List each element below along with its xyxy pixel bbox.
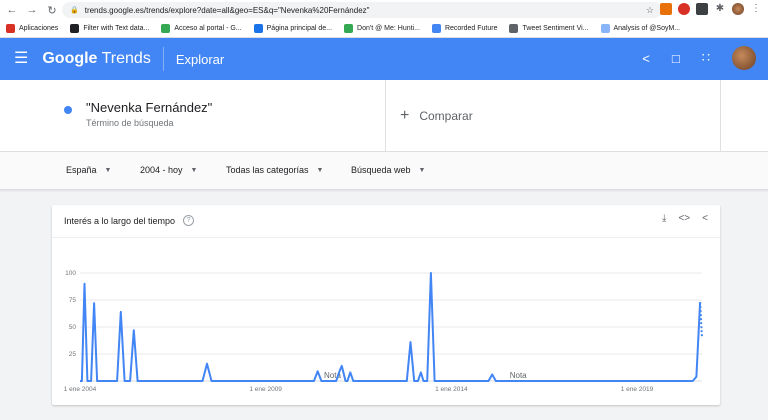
bookmark-item[interactable]: Filter with Text data...: [70, 24, 149, 33]
bookmark-item[interactable]: Recorded Future: [431, 24, 498, 33]
y-tick-label: 100: [65, 270, 76, 277]
page-title: Explorar: [175, 51, 225, 67]
bookmark-favicon-icon: [431, 24, 441, 33]
bookmark-favicon-icon: [253, 24, 263, 33]
bookmark-favicon-icon: [509, 24, 519, 33]
period-filter[interactable]: 2004 - hoy ▼: [140, 165, 197, 175]
bookmark-label: Don't @ Me: Hunti...: [357, 25, 420, 32]
bookmark-label: Analysis of @SoyM...: [613, 25, 681, 32]
reload-icon[interactable]: ↻: [44, 4, 60, 17]
bookmark-item[interactable]: Tweet Sentiment Vi...: [509, 24, 589, 33]
term-name: "Nevenka Fernández": [86, 100, 213, 115]
profile-avatar[interactable]: [732, 3, 744, 15]
bookmark-item[interactable]: Acceso al portal - G...: [161, 24, 242, 33]
feedback-icon[interactable]: □: [672, 51, 680, 66]
puzzle-icon[interactable]: ✱: [714, 3, 726, 15]
address-bar[interactable]: 🔒 trends.google.es/trends/explore?date=a…: [62, 2, 662, 18]
term-bar: "Nevenka Fernández" Término de búsqueda …: [0, 80, 768, 152]
compare-label: Comparar: [419, 109, 473, 123]
caret-down-icon: ▼: [104, 166, 112, 174]
bookmark-star-icon[interactable]: ☆: [646, 5, 654, 16]
extensions-area: ✱ ⋮: [660, 3, 762, 15]
term-color-dot: [64, 106, 72, 114]
region-label: España: [66, 165, 97, 175]
menu-icon[interactable]: ☰: [14, 51, 28, 67]
extension-icon[interactable]: [660, 3, 672, 15]
divider: [52, 237, 720, 238]
card-actions: ⤓ <> <: [662, 213, 708, 224]
x-tick-label: 1 ene 2014: [435, 386, 468, 393]
caret-down-icon: ▼: [190, 166, 198, 174]
help-icon[interactable]: ?: [183, 215, 195, 226]
y-tick-label: 75: [69, 297, 77, 304]
bookmark-label: Tweet Sentiment Vi...: [522, 25, 589, 32]
forward-icon[interactable]: →: [24, 4, 40, 16]
bookmark-item[interactable]: Don't @ Me: Hunti...: [344, 24, 420, 33]
search-type-label: Búsqueda web: [351, 165, 411, 175]
download-icon[interactable]: ⤓: [662, 213, 666, 224]
x-tick-label: 1 ene 2004: [64, 386, 97, 393]
series-partial-line: [699, 302, 703, 338]
plus-icon: +: [400, 107, 410, 124]
app-header: ☰ Google Trends Explorar < □ ∷: [0, 38, 768, 80]
bookmark-label: Página principal de...: [266, 25, 333, 32]
x-tick-label: 1 ene 2009: [249, 386, 282, 393]
term-subtitle: Término de búsqueda: [86, 118, 174, 128]
divider: [720, 80, 721, 152]
compare-button[interactable]: + Comparar: [400, 108, 473, 124]
apps-grid-icon[interactable]: ∷: [702, 50, 710, 66]
bookmark-item[interactable]: Analysis of @SoyM...: [600, 24, 681, 33]
extension-icon[interactable]: [696, 3, 708, 15]
bookmark-favicon-icon: [161, 24, 171, 33]
search-type-filter[interactable]: Búsqueda web ▼: [351, 165, 425, 175]
account-avatar[interactable]: [732, 46, 756, 70]
url-text: trends.google.es/trends/explore?date=all…: [84, 5, 370, 15]
bookmark-item[interactable]: Aplicaciones: [6, 24, 58, 33]
adblock-icon[interactable]: [678, 3, 690, 15]
page-bottom: [0, 412, 768, 420]
y-tick-label: 25: [69, 351, 77, 358]
x-tick-label: 1 ene 2019: [621, 386, 654, 393]
bookmark-label: Filter with Text data...: [83, 25, 150, 32]
bookmark-item[interactable]: Página principal de...: [253, 24, 333, 33]
header-divider: [162, 47, 164, 71]
category-filter[interactable]: Todas las categorías ▼: [226, 165, 323, 175]
apps-icon: [6, 24, 15, 33]
bookmark-favicon-icon: [344, 24, 354, 33]
embed-icon[interactable]: <>: [678, 213, 690, 224]
category-label: Todas las categorías: [226, 165, 309, 175]
line-chart[interactable]: 100 75 50 25 1 ene 2004 1 ene 2009 1 ene 2014 1…: [52, 265, 720, 395]
caret-down-icon: ▼: [418, 166, 426, 174]
y-tick-label: 50: [69, 324, 77, 331]
logo[interactable]: Google Trends: [42, 50, 150, 68]
bookmarks-bar: Aplicaciones Filter with Text data... Acce…: [0, 20, 768, 38]
share-icon[interactable]: <: [642, 51, 650, 66]
logo-google: Google: [42, 50, 98, 67]
logo-trends: Trends: [101, 50, 151, 67]
chart-note-label: Nota: [510, 371, 527, 380]
card-title: Interés a lo largo del tiempo ?: [64, 215, 195, 226]
card-title-text: Interés a lo largo del tiempo: [64, 215, 176, 226]
bookmark-label: Recorded Future: [444, 25, 498, 32]
back-icon[interactable]: ←: [4, 4, 20, 16]
kebab-menu-icon[interactable]: ⋮: [750, 3, 762, 15]
search-term-card[interactable]: "Nevenka Fernández" Término de búsqueda: [52, 80, 386, 152]
bookmark-label: Acceso al portal - G...: [174, 25, 242, 32]
browser-toolbar: ← → ↻ 🔒 trends.google.es/trends/explore?…: [0, 0, 768, 20]
interest-over-time-card: Interés a lo largo del tiempo ? ⤓ <> < 1…: [52, 205, 720, 405]
filter-bar: España ▼ 2004 - hoy ▼ Todas las categorí…: [0, 152, 768, 190]
share-icon[interactable]: <: [702, 213, 708, 224]
header-actions: < □ ∷: [642, 46, 756, 70]
lock-icon: 🔒: [70, 7, 79, 14]
bookmark-favicon-icon: [70, 24, 80, 33]
region-filter[interactable]: España ▼: [66, 165, 111, 175]
bookmark-label: Aplicaciones: [19, 25, 59, 32]
period-label: 2004 - hoy: [140, 165, 183, 175]
bookmark-favicon-icon: [600, 24, 610, 33]
caret-down-icon: ▼: [316, 166, 324, 174]
